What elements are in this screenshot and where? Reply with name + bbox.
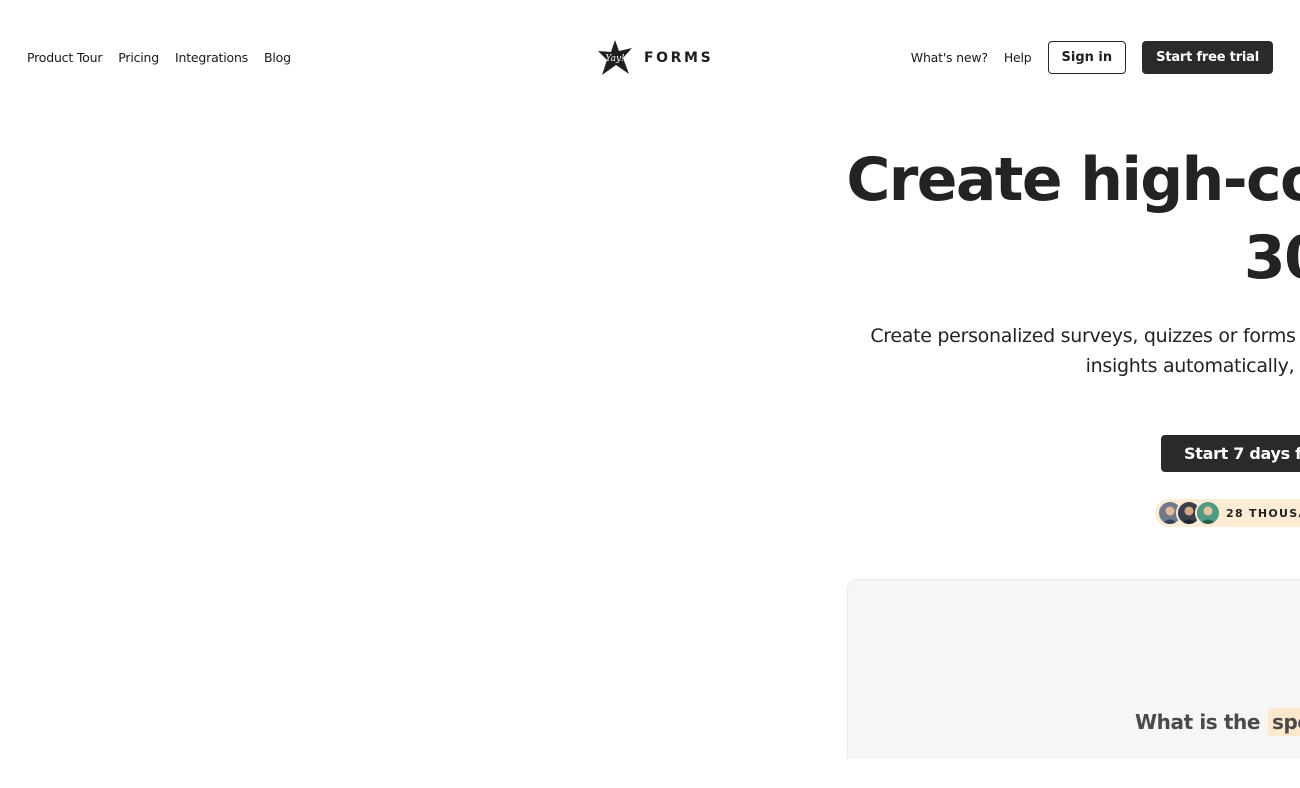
nav-help[interactable]: Help [1004, 49, 1032, 66]
start-trial-cta-button[interactable]: Start 7 days free [1161, 435, 1300, 472]
user-count-text: 28 THOUSAND [1226, 506, 1300, 520]
subheadline-line-2: insights automatically, [633, 352, 1300, 380]
logo-text: FORMS [644, 50, 714, 66]
primary-nav: Product Tour Pricing Integrations Blog [27, 49, 307, 66]
social-proof-badge: 28 THOUSAND [1155, 499, 1300, 527]
preview-question: What is the spe [1135, 708, 1300, 736]
subheadline-line-1: Create personalized surveys, quizzes or … [870, 325, 1296, 347]
avatar [1195, 500, 1221, 526]
page: Product Tour Pricing Integrations Blog Y… [0, 0, 1300, 788]
headline-line-2: 30 [633, 218, 1300, 298]
nav-blog[interactable]: Blog [264, 49, 291, 66]
avatar-group [1157, 500, 1221, 526]
logo[interactable]: Yay! FORMS [596, 38, 713, 78]
preview-question-highlight: spe [1268, 708, 1300, 736]
subheadline-line-2-text: insights automatically, [1085, 355, 1295, 377]
preview-question-text: What is the [1135, 710, 1261, 734]
headline-line-2-text: 30 [1243, 223, 1300, 293]
nav-whats-new[interactable]: What's new? [911, 49, 988, 66]
secondary-nav: What's new? Help Sign in Start free tria… [911, 41, 1273, 74]
logo-mark-text: Yay! [605, 54, 625, 64]
sign-in-button[interactable]: Sign in [1047, 41, 1127, 74]
nav-integrations[interactable]: Integrations [175, 49, 248, 66]
nav-product-tour[interactable]: Product Tour [27, 49, 102, 66]
nav-pricing[interactable]: Pricing [118, 49, 159, 66]
headline-line-1: Create high-co [846, 145, 1300, 215]
form-preview-card: What is the spe [847, 579, 1300, 759]
star-logo-icon: Yay! [598, 40, 632, 75]
start-free-trial-button[interactable]: Start free trial [1142, 41, 1273, 74]
